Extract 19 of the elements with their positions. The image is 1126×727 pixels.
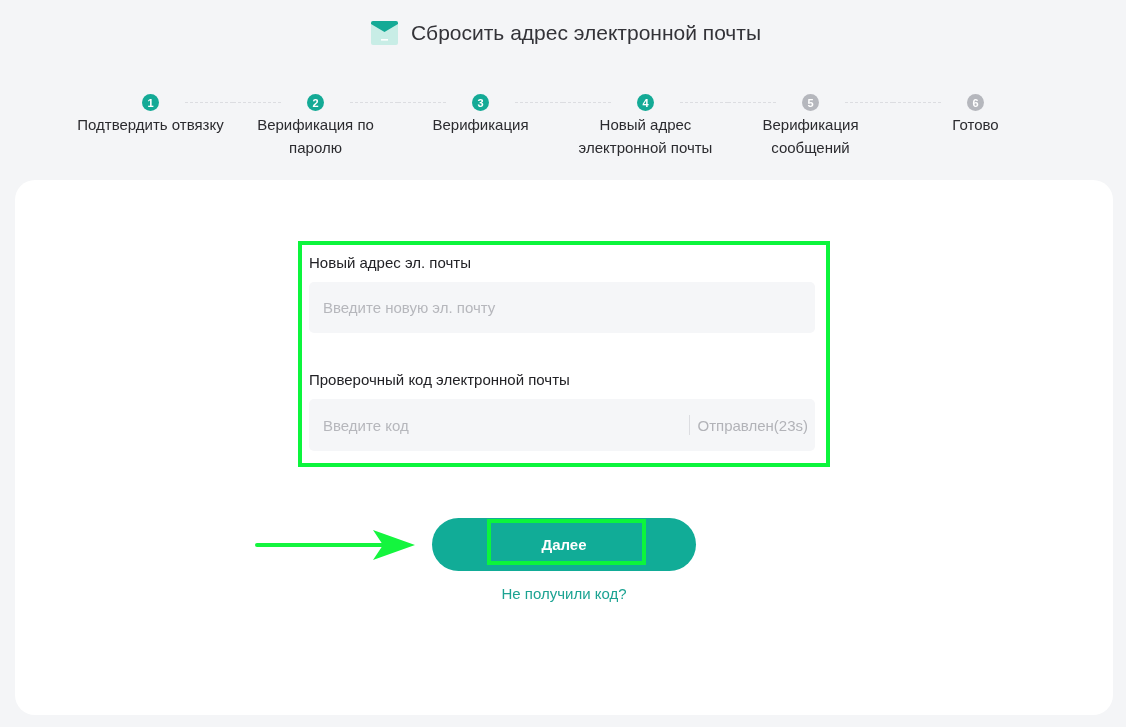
step-number: 4 [637,94,654,111]
step-number: 5 [802,94,819,111]
step-number: 3 [472,94,489,111]
field-label: Новый адрес эл. почты [309,253,472,273]
envelope-icon [370,21,398,45]
step-number: 1 [142,94,159,111]
step-label: Верификация сообщений [761,115,860,158]
field-label: Проверочный код электронной почты [309,370,571,390]
next-button[interactable]: Далее [432,518,696,571]
step-label: Верификация по паролю [256,115,375,158]
help-link[interactable]: Не получили код? [501,584,627,604]
email-input-field[interactable]: Введите новую эл. почту [309,282,815,333]
page-title: Сбросить адрес электронной почты [410,20,762,46]
step-number: 2 [307,94,324,111]
step-label: Новый адрес электронной почты [577,115,714,158]
step-number: 6 [967,94,984,111]
step-label: Подтвердить отвязку [77,115,224,135]
step-label: Готово [952,115,999,135]
step-label: Верификация [432,115,529,135]
